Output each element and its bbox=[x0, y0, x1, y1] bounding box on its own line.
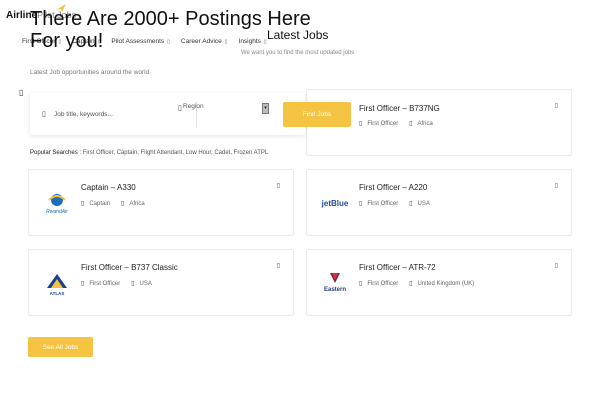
job-card[interactable]: RwandAir Captain – A330 ▯ Captain ▯ Africa… bbox=[28, 169, 294, 236]
job-location: USA bbox=[139, 280, 152, 287]
jetblue-logo: jetBlue bbox=[321, 199, 349, 208]
job-location: United Kingdom (UK) bbox=[417, 280, 475, 287]
job-meta: ▯ First Officer ▯ United Kingdom (UK) bbox=[359, 280, 485, 288]
see-all-jobs-button[interactable]: See All Jobs bbox=[28, 337, 93, 357]
job-location: USA bbox=[417, 200, 430, 207]
bookmark-icon[interactable]: ▯ bbox=[555, 102, 558, 109]
briefcase-icon: ▯ bbox=[81, 281, 85, 287]
job-meta: ▯ First Officer ▯ USA bbox=[359, 200, 441, 208]
find-jobs-button[interactable]: Find Jobs bbox=[283, 102, 351, 127]
latest-jobs-subtitle: We want you to find the most updated job… bbox=[241, 50, 355, 56]
svg-text:jetBlue: jetBlue bbox=[321, 199, 349, 208]
briefcase-icon: ▯ bbox=[359, 201, 363, 207]
job-title[interactable]: First Officer – ATR-72 bbox=[359, 263, 436, 272]
dropdown-arrow-icon[interactable]: ▾ bbox=[262, 103, 269, 114]
job-location: Africa bbox=[417, 120, 433, 127]
job-title[interactable]: First Officer – B737NG bbox=[359, 104, 440, 113]
briefcase-icon: ▯ bbox=[359, 121, 363, 127]
job-role: First Officer bbox=[367, 200, 399, 207]
location-icon: ▯ bbox=[409, 281, 413, 287]
placeholder-icon: ▯ bbox=[19, 88, 24, 97]
bookmark-icon[interactable]: ▯ bbox=[555, 182, 558, 189]
job-title[interactable]: First Officer – B737 Classic bbox=[81, 263, 178, 272]
popular-searches-list[interactable]: First Officer, Captain, Flight Attendant… bbox=[83, 150, 269, 156]
bookmark-icon[interactable]: ▯ bbox=[277, 182, 280, 189]
job-card[interactable]: jetBlue First Officer – A220 ▯ First Offi… bbox=[306, 169, 572, 236]
latest-jobs-title: Latest Jobs bbox=[267, 28, 329, 42]
location-icon: ▯ bbox=[409, 121, 413, 127]
job-role: Captain bbox=[89, 200, 110, 207]
keyword-input[interactable] bbox=[54, 107, 174, 121]
atlas-air-logo: ATLAS bbox=[47, 274, 67, 296]
job-meta: ▯ First Officer ▯ USA bbox=[81, 280, 163, 288]
job-role: First Officer bbox=[367, 280, 399, 287]
job-role: First Officer bbox=[367, 120, 399, 127]
location-icon: ▯ bbox=[409, 201, 413, 207]
briefcase-icon: ▯ bbox=[81, 201, 85, 207]
eastern-airways-logo: Eastern bbox=[324, 273, 346, 293]
hero-title-line1: There Are 2000+ Postings Here bbox=[30, 8, 311, 30]
svg-text:ATLAS: ATLAS bbox=[50, 291, 65, 296]
location-icon: ▯ bbox=[178, 105, 182, 112]
job-location: Africa bbox=[129, 200, 145, 207]
svg-text:Eastern: Eastern bbox=[324, 287, 346, 293]
popular-searches: Popular Searches : First Officer, Captai… bbox=[30, 150, 268, 156]
job-title[interactable]: Captain – A330 bbox=[81, 183, 136, 192]
popular-searches-label: Popular Searches : bbox=[30, 150, 82, 156]
location-icon: ▯ bbox=[131, 281, 135, 287]
location-icon: ▯ bbox=[121, 201, 125, 207]
bookmark-icon[interactable]: ▯ bbox=[277, 262, 280, 269]
job-meta: ▯ First Officer ▯ Africa bbox=[359, 120, 444, 128]
hero-subtitle: Latest Job opportunities around the worl… bbox=[30, 69, 150, 76]
briefcase-icon: ▯ bbox=[359, 281, 363, 287]
job-role: First Officer bbox=[89, 280, 121, 287]
search-icon: ▯ bbox=[42, 111, 46, 118]
job-meta: ▯ Captain ▯ Africa bbox=[81, 200, 156, 208]
svg-text:RwandAir: RwandAir bbox=[46, 209, 68, 215]
rwandair-logo: RwandAir bbox=[46, 194, 68, 215]
bookmark-icon[interactable]: ▯ bbox=[555, 262, 558, 269]
job-card[interactable]: ATLAS First Officer – B737 Classic ▯ Firs… bbox=[28, 249, 294, 316]
job-card[interactable]: Eastern First Officer – ATR-72 ▯ First Of… bbox=[306, 249, 572, 316]
region-select[interactable]: Region bbox=[183, 103, 269, 115]
job-title[interactable]: First Officer – A220 bbox=[359, 183, 427, 192]
